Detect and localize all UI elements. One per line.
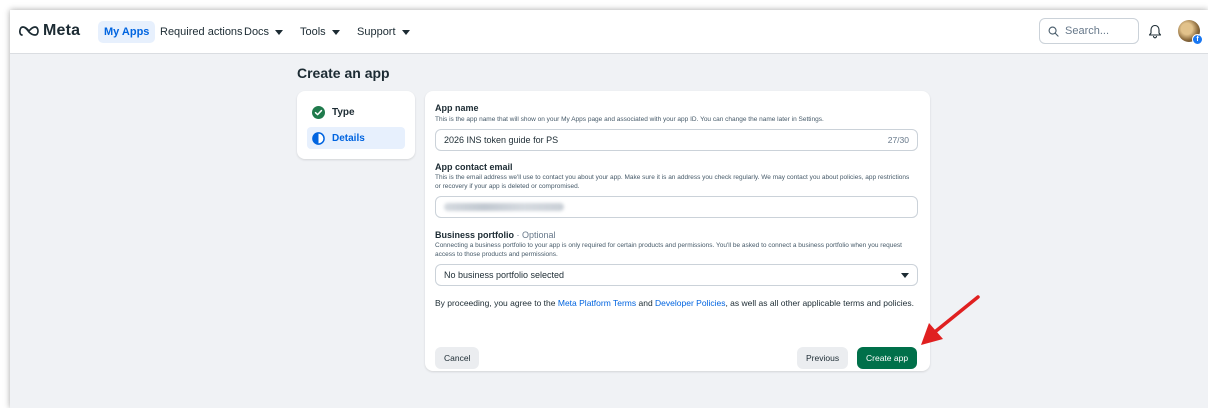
business-portfolio-label: Business portfolio · Optional xyxy=(435,230,556,240)
steps-panel: Type Details xyxy=(297,91,415,159)
terms-text: and xyxy=(636,298,656,308)
selected-portfolio: No business portfolio selected xyxy=(444,270,565,280)
avatar[interactable]: f xyxy=(1178,20,1203,45)
app-name-value: 2026 INS token guide for PS xyxy=(444,135,559,145)
contact-email-label: App contact email xyxy=(435,162,513,172)
nav-support[interactable]: Support xyxy=(351,21,416,43)
business-portfolio-select[interactable]: No business portfolio selected xyxy=(435,264,918,286)
notifications-bell-icon[interactable] xyxy=(1148,24,1162,39)
caret-down-icon xyxy=(275,29,284,35)
nav-label: Required actions xyxy=(160,26,243,38)
optional-tag: · Optional xyxy=(514,230,556,240)
business-portfolio-label-text: Business portfolio xyxy=(435,230,515,240)
step-label: Type xyxy=(332,106,355,118)
terms-notice: By proceeding, you agree to the Meta Pla… xyxy=(435,297,915,309)
nav-label: Tools xyxy=(300,26,326,38)
app-window: Meta My Apps Required actions Docs Tools… xyxy=(10,10,1208,408)
search-icon xyxy=(1048,26,1059,37)
nav-tools[interactable]: Tools xyxy=(294,21,346,43)
contact-email-help: This is the email address we'll use to c… xyxy=(435,174,910,190)
check-circle-icon xyxy=(312,105,325,119)
caret-down-icon xyxy=(401,29,410,35)
nav-label: Support xyxy=(357,26,396,38)
developer-policies-link[interactable]: Developer Policies xyxy=(655,298,725,308)
nav-label: My Apps xyxy=(104,26,150,38)
app-name-help: This is the app name that will show on y… xyxy=(435,116,824,123)
nav-docs[interactable]: Docs xyxy=(238,21,289,43)
nav-required-actions[interactable]: Required actions xyxy=(154,21,249,43)
previous-button[interactable]: Previous xyxy=(797,347,849,369)
facebook-badge-icon: f xyxy=(1192,34,1203,45)
app-name-input[interactable]: 2026 INS token guide for PS 27/30 xyxy=(435,129,918,151)
annotation-arrow-icon xyxy=(921,295,980,345)
nav-my-apps[interactable]: My Apps xyxy=(98,21,156,43)
brand-name: Meta xyxy=(43,22,81,39)
business-portfolio-help: Connecting a business portfolio to your … xyxy=(435,242,902,258)
half-circle-progress-icon xyxy=(312,131,325,145)
contact-email-input[interactable] xyxy=(435,196,918,218)
search-input[interactable]: Search... xyxy=(1039,18,1139,44)
terms-text: , as well as all other applicable terms … xyxy=(725,298,914,308)
meta-platform-terms-link[interactable]: Meta Platform Terms xyxy=(558,298,636,308)
terms-text: By proceeding, you agree to the xyxy=(435,298,558,308)
step-details[interactable]: Details xyxy=(307,127,405,149)
step-type[interactable]: Type xyxy=(307,101,405,123)
search-placeholder: Search... xyxy=(1065,25,1110,37)
app-details-form: App name This is the app name that will … xyxy=(425,91,930,371)
create-app-button[interactable]: Create app xyxy=(857,347,918,369)
top-navigation: Meta My Apps Required actions Docs Tools… xyxy=(10,10,1208,54)
redacted-email-value xyxy=(444,203,564,211)
nav-label: Docs xyxy=(244,26,270,38)
meta-infinity-icon xyxy=(19,26,39,36)
character-counter: 27/30 xyxy=(887,135,909,145)
page-title: Create an app xyxy=(297,65,390,81)
caret-down-icon xyxy=(331,29,340,35)
app-name-label: App name xyxy=(435,103,479,113)
step-label: Details xyxy=(332,132,365,144)
cancel-button[interactable]: Cancel xyxy=(435,347,480,369)
caret-down-icon xyxy=(901,272,909,278)
meta-logo[interactable]: Meta xyxy=(19,22,80,40)
